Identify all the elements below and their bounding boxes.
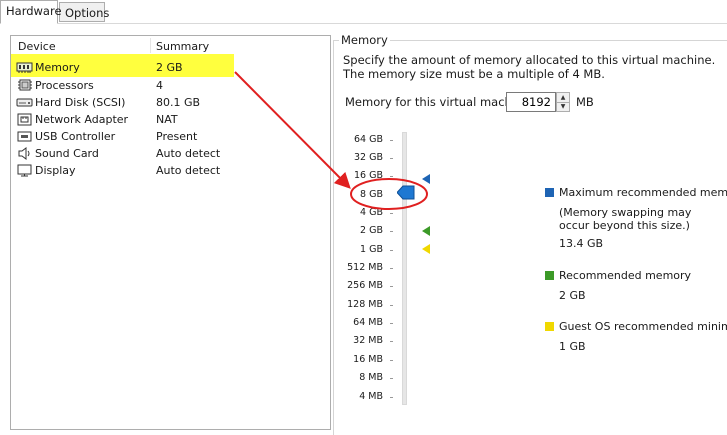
tab-options[interactable]: Options: [59, 2, 109, 22]
slider-tick-mark: [390, 250, 393, 251]
device-name: USB Controller: [35, 130, 116, 143]
slider-tick-mark: [390, 305, 393, 306]
slider-tick-label: 64 GB: [354, 134, 383, 145]
device-summary: Auto detect: [156, 164, 221, 177]
device-summary: 4: [156, 79, 163, 92]
slider-tick-mark: [390, 323, 393, 324]
memory-unit-label: MB: [576, 95, 594, 109]
guest-min-value: 1 GB: [559, 340, 586, 353]
network-adapter-icon: [17, 113, 32, 126]
memory-description: Specify the amount of memory allocated t…: [343, 53, 716, 81]
memory-size-input[interactable]: [506, 92, 556, 112]
slider-tick-mark: [390, 378, 393, 379]
recommended-marker-icon: [422, 226, 430, 236]
device-name: Network Adapter: [35, 113, 129, 126]
hard-disk-icon: [16, 98, 33, 107]
column-separator[interactable]: [150, 38, 151, 53]
slider-tick-label: 32 MB: [353, 335, 383, 346]
device-row-usb-controller[interactable]: USB Controller Present: [11, 128, 330, 145]
slider-tick-mark: [390, 341, 393, 342]
tab-divider: [0, 23, 727, 24]
memory-slider-thumb[interactable]: [397, 185, 415, 200]
device-name: Sound Card: [35, 147, 99, 160]
recommended-swatch: [545, 271, 554, 280]
slider-tick-label: 32 GB: [354, 152, 383, 163]
slider-tick-label: 128 MB: [347, 299, 383, 310]
tab-strip: Hardware Options: [0, 0, 727, 24]
slider-tick-mark: [390, 360, 393, 361]
slider-tick-mark: [390, 158, 393, 159]
max-recommended-swatch: [545, 188, 554, 197]
display-icon: [17, 164, 32, 177]
device-name: Hard Disk (SCSI): [35, 96, 126, 109]
column-header-device[interactable]: Device: [18, 40, 56, 53]
device-summary: 2 GB: [156, 61, 183, 74]
max-recommended-note-line1: (Memory swapping may: [559, 206, 692, 219]
slider-tick-label: 4 MB: [359, 391, 383, 402]
slider-tick-mark: [390, 213, 393, 214]
device-row-display[interactable]: Display Auto detect: [11, 162, 330, 179]
usb-controller-icon: [17, 131, 32, 142]
column-header-summary[interactable]: Summary: [156, 40, 209, 53]
device-summary: NAT: [156, 113, 178, 126]
guest-min-swatch: [545, 322, 554, 331]
slider-tick-label: 512 MB: [347, 262, 383, 273]
memory-group-title: Memory: [339, 33, 390, 47]
max-recommended-note-line2: occur beyond this size.): [559, 219, 690, 232]
device-row-memory[interactable]: Memory 2 GB: [11, 59, 330, 76]
max-recommended-label: Maximum recommended memory: [559, 186, 727, 199]
guest-min-label: Guest OS recommended minimum: [559, 320, 727, 333]
memory-icon: [16, 62, 33, 73]
slider-tick-mark: [390, 176, 393, 177]
spin-down-icon[interactable]: ▼: [557, 102, 569, 111]
recommended-label: Recommended memory: [559, 269, 692, 282]
slider-tick-label: 4 GB: [360, 207, 383, 218]
device-row-network-adapter[interactable]: Network Adapter NAT: [11, 111, 330, 128]
slider-tick-mark: [390, 140, 393, 141]
max-recommended-marker-icon: [422, 174, 430, 184]
processor-icon: [18, 79, 32, 91]
device-row-hard-disk[interactable]: Hard Disk (SCSI) 80.1 GB: [11, 94, 330, 111]
device-list[interactable]: Device Summary Memory 2 GB Processors 4 …: [10, 35, 331, 430]
slider-tick-label: 1 GB: [360, 244, 383, 255]
device-name: Processors: [35, 79, 94, 92]
tab-hardware[interactable]: Hardware: [0, 0, 62, 24]
slider-tick-mark: [390, 286, 393, 287]
device-row-sound-card[interactable]: Sound Card Auto detect: [11, 145, 330, 162]
device-summary: 80.1 GB: [156, 96, 201, 109]
guest-min-marker-icon: [422, 244, 430, 254]
slider-tick-label: 2 GB: [360, 225, 383, 236]
device-summary: Auto detect: [156, 147, 221, 160]
slider-tick-label: 256 MB: [347, 280, 383, 291]
device-summary: Present: [156, 130, 198, 143]
slider-tick-label: 8 GB: [360, 189, 383, 200]
device-name: Memory: [35, 61, 80, 74]
slider-tick-label: 8 MB: [359, 372, 383, 383]
memory-slider-track[interactable]: [402, 132, 407, 405]
slider-tick-mark: [390, 268, 393, 269]
slider-tick-label: 64 MB: [353, 317, 383, 328]
sound-card-icon: [18, 147, 30, 160]
device-name: Display: [35, 164, 76, 177]
slider-tick-mark: [390, 231, 393, 232]
device-row-processors[interactable]: Processors 4: [11, 77, 330, 94]
slider-tick-label: 16 GB: [354, 170, 383, 181]
memory-spinner[interactable]: ▲ ▼: [556, 92, 570, 112]
slider-tick-mark: [390, 397, 393, 398]
recommended-value: 2 GB: [559, 289, 586, 302]
max-recommended-value: 13.4 GB: [559, 237, 604, 250]
slider-tick-label: 16 MB: [353, 354, 383, 365]
